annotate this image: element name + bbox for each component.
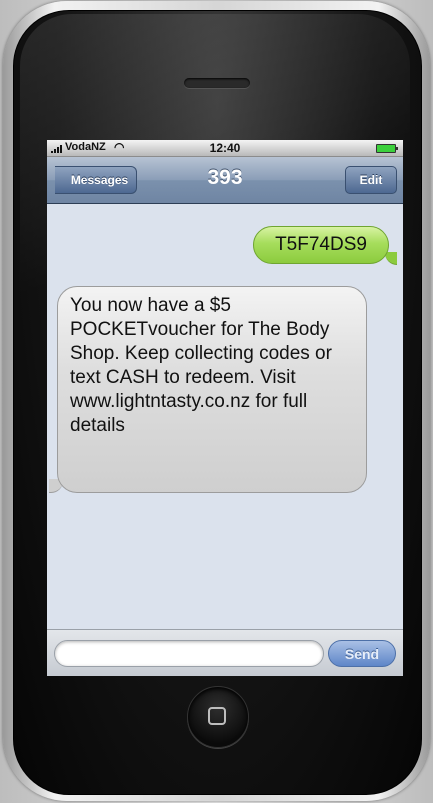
- sent-message-bubble: T5F74DS9: [253, 226, 389, 264]
- earpiece-speaker: [184, 78, 250, 88]
- compose-bar: Send: [47, 629, 403, 676]
- sent-bubble-tail: [385, 252, 397, 265]
- edit-button[interactable]: Edit: [345, 166, 397, 194]
- battery-icon: [376, 144, 398, 153]
- status-time: 12:40: [209, 141, 241, 155]
- status-bar: VodaNZ ◠ 12:40: [47, 140, 403, 157]
- home-button[interactable]: [187, 686, 249, 748]
- phone-screen: VodaNZ ◠ 12:40 Messages 393 Edit T5F74DS…: [47, 140, 403, 676]
- messages-back-button[interactable]: Messages: [55, 166, 137, 194]
- send-button[interactable]: Send: [328, 640, 396, 667]
- received-message-bubble: You now have a $5 POCKETvoucher for The …: [57, 286, 367, 493]
- message-input[interactable]: [54, 640, 324, 667]
- home-square-icon: [208, 707, 226, 725]
- conversation-title: 393: [207, 166, 243, 189]
- navigation-bar: Messages 393 Edit: [47, 157, 403, 204]
